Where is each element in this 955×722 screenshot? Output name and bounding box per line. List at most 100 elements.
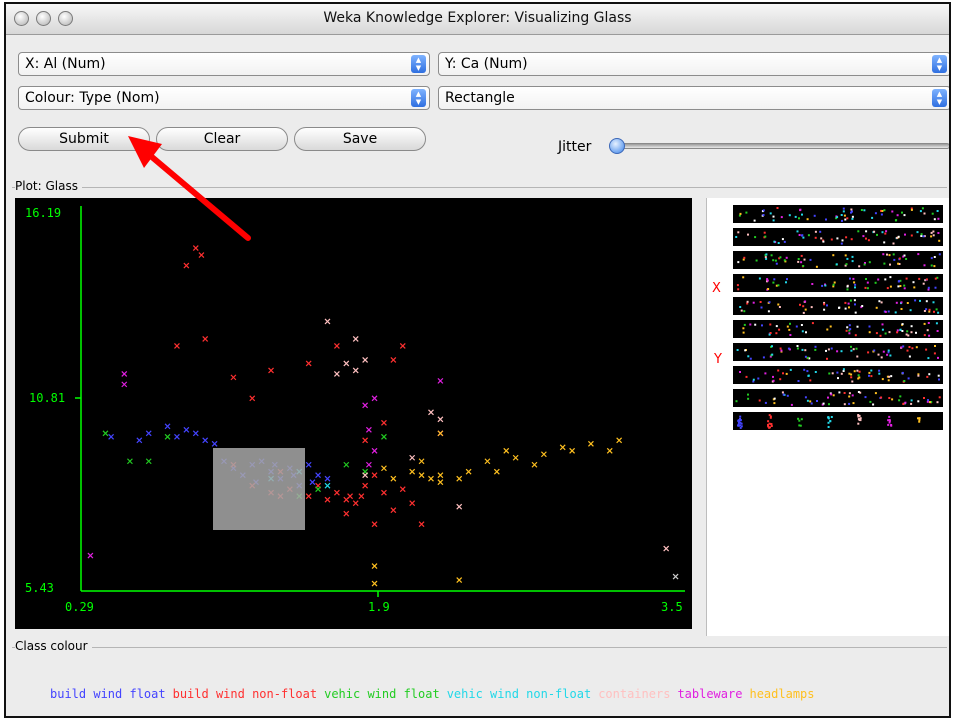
data-point xyxy=(183,426,190,433)
attribute-bar-dot xyxy=(816,400,818,402)
attribute-bar-dot xyxy=(856,325,859,328)
shape-select[interactable]: Rectangle ▲ ▼ xyxy=(438,86,949,110)
attribute-bar-dot xyxy=(737,288,740,291)
attribute-bar-dot xyxy=(925,348,928,351)
attribute-bar-dot xyxy=(910,208,913,211)
attribute-bar-dot xyxy=(832,394,835,397)
attribute-bar-dot xyxy=(910,325,913,328)
attribute-bar-dot xyxy=(829,420,832,423)
attribute-bar-dot xyxy=(867,239,870,242)
data-point xyxy=(587,440,594,447)
attribute-bar-dot xyxy=(739,415,742,418)
attribute-bar-dot xyxy=(845,263,848,266)
attribute-bar-dot xyxy=(811,322,814,325)
attribute-bar-dot xyxy=(836,216,839,219)
attribute-bar-dot xyxy=(864,396,867,399)
x-tick-left: 0.29 xyxy=(65,600,94,614)
attribute-bar-dot xyxy=(891,398,894,401)
attribute-bar-dot xyxy=(804,355,807,358)
attribute-bar-dot xyxy=(857,422,860,425)
attribute-bar-dot xyxy=(925,278,928,281)
attribute-bar-dot xyxy=(776,207,779,209)
attribute-bar-dot xyxy=(829,325,832,328)
y-axis-select[interactable]: Y: Ca (Num) ▲ ▼ xyxy=(438,52,949,76)
data-point xyxy=(305,461,312,468)
jitter-slider-knob[interactable] xyxy=(609,138,625,154)
attribute-bar-dot xyxy=(846,285,849,288)
attribute-bar-dot xyxy=(803,368,806,371)
data-point xyxy=(324,482,331,489)
attribute-bar-dot xyxy=(846,288,849,291)
attribute-bar-dot xyxy=(747,393,749,396)
attribute-bar-dot xyxy=(884,278,887,281)
attribute-bar xyxy=(733,251,943,269)
attribute-bar-dot xyxy=(900,346,903,349)
attribute-bar-dot xyxy=(800,261,803,264)
attribute-bar-dot xyxy=(897,285,900,288)
attribute-bar-dot xyxy=(882,350,885,353)
attribute-bar-dot xyxy=(892,242,895,245)
attribute-bar-dot xyxy=(848,306,850,309)
attribute-bar-dot xyxy=(865,278,867,280)
attribute-bar-dot xyxy=(886,253,888,256)
attribute-bar-dot xyxy=(904,401,907,404)
attribute-bar-dot xyxy=(737,261,740,264)
attribute-bar-dot xyxy=(842,368,845,371)
attribute-bar-dot xyxy=(804,396,807,399)
data-point xyxy=(202,336,209,342)
jitter-slider-track[interactable] xyxy=(610,143,949,149)
attribute-bar-dot xyxy=(779,378,782,381)
attribute-bar-dot xyxy=(811,283,814,285)
attribute-bar-dot xyxy=(821,284,824,287)
attribute-bar-dot xyxy=(937,356,939,359)
attribute-bar-dot xyxy=(925,300,928,303)
attribute-bar-dot xyxy=(781,391,784,394)
attribute-bar-dot xyxy=(742,331,745,334)
attribute-bar-dot xyxy=(883,209,886,212)
attribute-bar-dot xyxy=(899,285,902,287)
attribute-bar-dot xyxy=(778,328,781,331)
attribute-bar-dot xyxy=(789,334,792,336)
colour-select[interactable]: Colour: Type (Nom) ▲ ▼ xyxy=(18,86,430,110)
x-tick-mid: 1.9 xyxy=(368,600,390,614)
data-point xyxy=(428,475,434,482)
data-point xyxy=(390,475,397,482)
data-point xyxy=(333,370,340,377)
attribute-bar-dot xyxy=(800,254,803,257)
attribute-bar-dot xyxy=(777,284,780,287)
attribute-bar-dot xyxy=(825,218,827,221)
attribute-bar-dot xyxy=(742,327,745,330)
attribute-bar-dot xyxy=(936,401,939,404)
save-button[interactable]: Save xyxy=(294,127,426,151)
attribute-bar-dot xyxy=(805,331,807,334)
y-tick-bottom: 5.43 xyxy=(25,581,54,595)
x-axis-select[interactable]: X: Al (Num) ▲ ▼ xyxy=(18,52,430,76)
attribute-bar-dot xyxy=(889,263,891,266)
attribute-bar-dot xyxy=(841,219,843,222)
scatter-plot[interactable]: 16.19 10.81 5.43 0.29 1.9 3.5 xyxy=(15,198,692,629)
attribute-bar-dot xyxy=(822,240,825,243)
attribute-bar-dot xyxy=(843,403,846,406)
attribute-bar-dot xyxy=(757,377,760,380)
attribute-bar-dot xyxy=(850,376,853,379)
data-point xyxy=(121,381,128,388)
attribute-bar-dot xyxy=(814,348,817,351)
attribute-bar-dot xyxy=(809,258,812,261)
attribute-bar-dot xyxy=(901,211,903,214)
attribute-bar-dot xyxy=(903,380,906,382)
attribute-bar-dot xyxy=(909,309,912,312)
scatter-plot-panel[interactable]: 16.19 10.81 5.43 0.29 1.9 3.5 xyxy=(15,198,692,629)
attribute-bar-dot xyxy=(813,214,816,217)
data-point xyxy=(540,451,547,458)
attribute-bar-dot xyxy=(938,378,940,381)
attribute-bar-dot xyxy=(923,322,926,325)
data-point xyxy=(569,447,576,454)
data-point xyxy=(333,343,340,349)
attribute-bar-dot xyxy=(884,310,887,313)
data-point xyxy=(437,479,444,486)
data-point xyxy=(381,433,387,440)
attribute-bar-dot xyxy=(786,325,789,328)
attribute-bar-dot xyxy=(742,258,745,261)
attribute-bar-dot xyxy=(743,256,746,259)
attribute-bar-dot xyxy=(737,423,740,426)
